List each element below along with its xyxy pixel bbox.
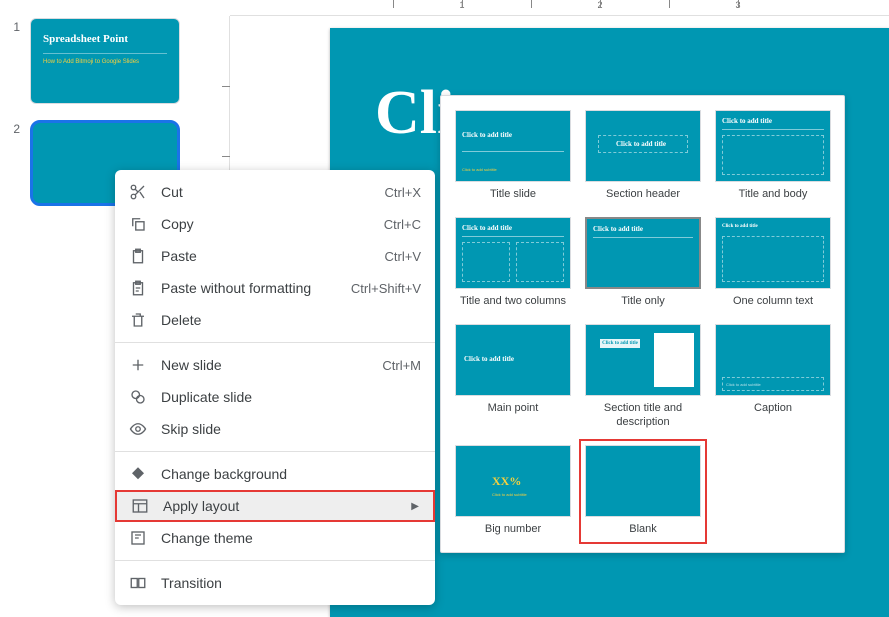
- menu-label: Paste without formatting: [161, 280, 311, 296]
- menu-shortcut: Ctrl+M: [382, 358, 421, 373]
- menu-shortcut: Ctrl+V: [385, 249, 421, 264]
- menu-label: Transition: [161, 575, 222, 591]
- thumb-title: Spreadsheet Point: [43, 33, 128, 45]
- layout-label: Title and two columns: [460, 295, 566, 308]
- layout-label: Title and body: [739, 188, 808, 201]
- menu-label: Change background: [161, 466, 287, 482]
- layout-label: Title slide: [490, 188, 536, 201]
- menu-delete[interactable]: Delete: [115, 304, 435, 336]
- layout-preview: XX% Click to add subtitle: [455, 445, 571, 517]
- layout-preview: Click to add title: [585, 217, 701, 289]
- layout-title-only[interactable]: Click to add title Title only: [581, 213, 705, 312]
- menu-label: Duplicate slide: [161, 389, 252, 405]
- menu-change-theme[interactable]: Change theme: [115, 522, 435, 554]
- menu-label: New slide: [161, 357, 222, 373]
- layout-label: Title only: [621, 295, 665, 308]
- menu-copy[interactable]: Copy Ctrl+C: [115, 208, 435, 240]
- layout-preview: Click to add title: [455, 324, 571, 396]
- thumb-divider: [43, 53, 167, 54]
- menu-separator: [115, 560, 435, 561]
- menu-skip-slide[interactable]: Skip slide: [115, 413, 435, 445]
- copy-icon: [129, 215, 147, 233]
- menu-label: Change theme: [161, 530, 253, 546]
- eye-icon: [129, 420, 147, 438]
- theme-icon: [129, 529, 147, 547]
- layout-label: Caption: [754, 402, 792, 415]
- layout-submenu: Click to add title Click to add subtitle…: [440, 95, 845, 553]
- menu-paste-without-formatting[interactable]: Paste without formatting Ctrl+Shift+V: [115, 272, 435, 304]
- menu-apply-layout[interactable]: Apply layout ▶: [115, 490, 435, 522]
- menu-label: Delete: [161, 312, 201, 328]
- layout-label: Section header: [606, 188, 680, 201]
- transition-icon: [129, 574, 147, 592]
- layout-main-point[interactable]: Click to add title Main point: [451, 320, 575, 432]
- menu-change-background[interactable]: Change background: [115, 458, 435, 490]
- layout-section-title-desc[interactable]: Click to add title Section title and des…: [581, 320, 705, 432]
- layout-preview: Click to add title: [715, 110, 831, 182]
- layout-preview: Click to add title: [455, 217, 571, 289]
- menu-shortcut: Ctrl+X: [385, 185, 421, 200]
- chevron-right-icon: ▶: [411, 501, 419, 512]
- layout-label: Big number: [485, 523, 541, 536]
- menu-shortcut: Ctrl+Shift+V: [351, 281, 421, 296]
- menu-label: Cut: [161, 184, 183, 200]
- layout-label: Section title and description: [585, 402, 701, 428]
- layout-preview: Click to add title: [715, 217, 831, 289]
- menu-paste[interactable]: Paste Ctrl+V: [115, 240, 435, 272]
- layout-big-number[interactable]: XX% Click to add subtitle Big number: [451, 441, 575, 542]
- clipboard-plain-icon: [129, 279, 147, 297]
- context-menu: Cut Ctrl+X Copy Ctrl+C Paste Ctrl+V Past…: [115, 170, 435, 605]
- layout-title-and-body[interactable]: Click to add title Title and body: [711, 106, 835, 205]
- plus-icon: [129, 356, 147, 374]
- paint-icon: [129, 465, 147, 483]
- menu-new-slide[interactable]: New slide Ctrl+M: [115, 349, 435, 381]
- duplicate-icon: [129, 388, 147, 406]
- menu-transition[interactable]: Transition: [115, 567, 435, 599]
- layout-preview: Click to add title Click to add subtitle: [455, 110, 571, 182]
- slide-thumb-1[interactable]: Spreadsheet Point How to Add Bitmoji to …: [30, 18, 180, 104]
- layout-preview: Click to add title: [585, 324, 701, 396]
- menu-label: Apply layout: [163, 498, 239, 514]
- layout-title-two-columns[interactable]: Click to add title Title and two columns: [451, 213, 575, 312]
- layout-label: Blank: [629, 523, 657, 536]
- layout-section-header[interactable]: Click to add title Section header: [581, 106, 705, 205]
- menu-shortcut: Ctrl+C: [384, 217, 421, 232]
- layout-title-slide[interactable]: Click to add title Click to add subtitle…: [451, 106, 575, 205]
- clipboard-icon: [129, 247, 147, 265]
- thumb-number: 1: [8, 18, 20, 104]
- menu-label: Paste: [161, 248, 197, 264]
- layout-blank[interactable]: Blank: [581, 441, 705, 542]
- thumb-number: 2: [8, 120, 20, 206]
- layout-label: One column text: [733, 295, 813, 308]
- menu-label: Copy: [161, 216, 194, 232]
- scissors-icon: [129, 183, 147, 201]
- thumb-subtitle: How to Add Bitmoji to Google Slides: [43, 59, 139, 65]
- layout-caption[interactable]: Click to add subtitle Caption: [711, 320, 835, 432]
- layout-preview: Click to add subtitle: [715, 324, 831, 396]
- menu-separator: [115, 451, 435, 452]
- menu-cut[interactable]: Cut Ctrl+X: [115, 176, 435, 208]
- menu-separator: [115, 342, 435, 343]
- ruler-horizontal: 1 2 3: [230, 0, 889, 16]
- layout-preview: Click to add title: [585, 110, 701, 182]
- layout-one-column-text[interactable]: Click to add title One column text: [711, 213, 835, 312]
- trash-icon: [129, 311, 147, 329]
- layout-icon: [131, 497, 149, 515]
- menu-label: Skip slide: [161, 421, 221, 437]
- layout-label: Main point: [488, 402, 539, 415]
- menu-duplicate-slide[interactable]: Duplicate slide: [115, 381, 435, 413]
- layout-preview: [585, 445, 701, 517]
